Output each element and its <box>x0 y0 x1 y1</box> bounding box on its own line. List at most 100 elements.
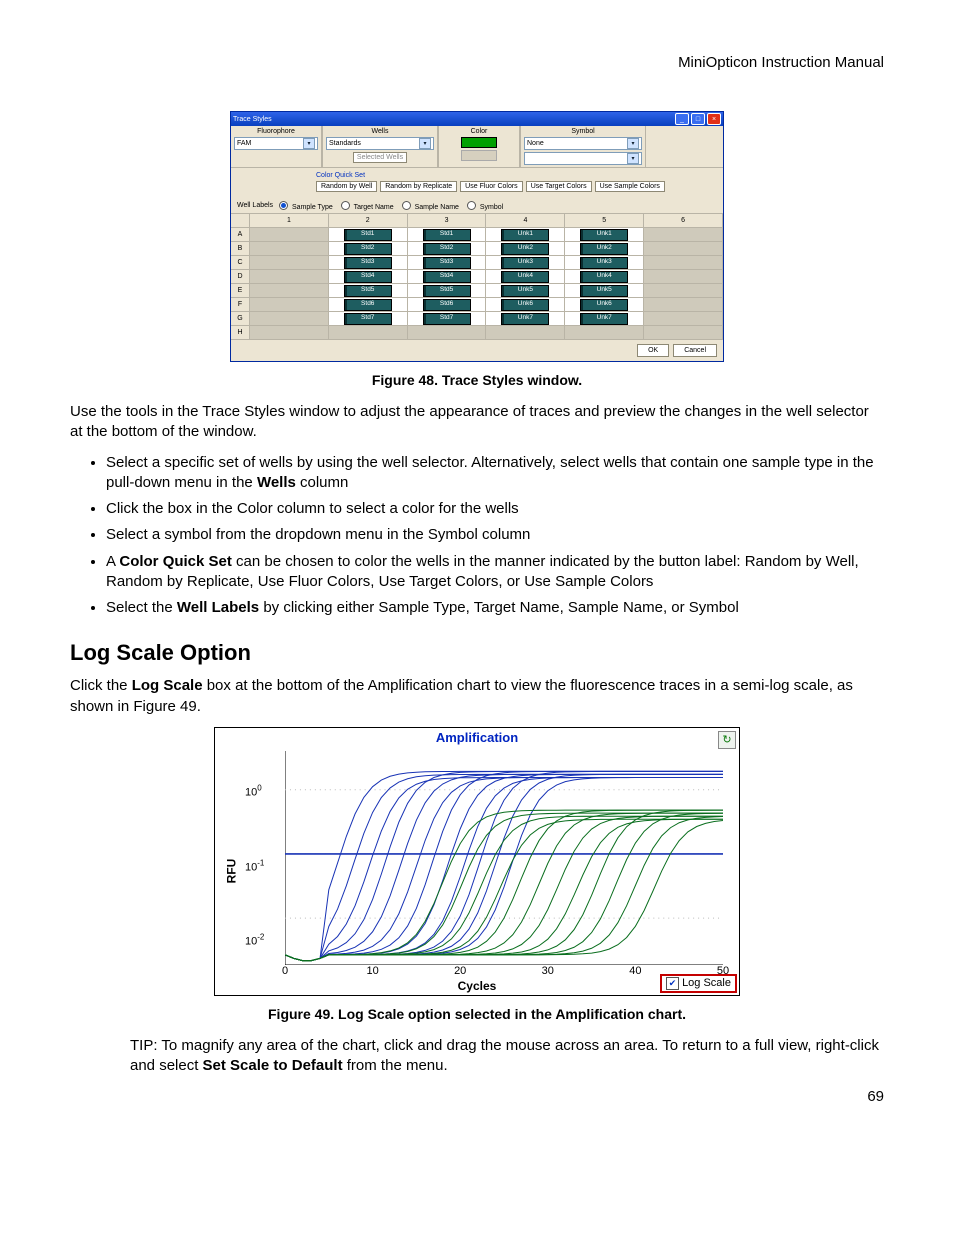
well-cell-empty[interactable] <box>250 298 329 312</box>
well-cell-empty[interactable] <box>250 312 329 326</box>
quickset-button[interactable]: Random by Well <box>316 181 377 192</box>
well-cell[interactable]: Std7 <box>408 312 487 326</box>
col-symbol: Symbol <box>524 128 642 135</box>
well-cell[interactable]: Unk7 <box>565 312 644 326</box>
wells-select[interactable]: Standards▾ <box>326 137 434 150</box>
well-cell[interactable]: Unk6 <box>565 298 644 312</box>
well-cell[interactable]: Std6 <box>408 298 487 312</box>
y-tick: 10-2 <box>245 933 264 948</box>
well-cell-empty[interactable] <box>644 326 723 340</box>
well-cell[interactable]: Unk2 <box>486 242 565 256</box>
quickset-button[interactable]: Use Sample Colors <box>595 181 665 192</box>
well-labels-radio[interactable]: Symbol <box>467 204 503 211</box>
grid-row-header: G <box>231 312 250 326</box>
well-cell[interactable]: Unk2 <box>565 242 644 256</box>
log-scale-checkbox[interactable]: ✔ Log Scale <box>660 974 737 993</box>
well-cell[interactable]: Std1 <box>329 228 408 242</box>
well-cell[interactable]: Unk7 <box>486 312 565 326</box>
well-cell-empty[interactable] <box>250 284 329 298</box>
well-cell[interactable]: Std5 <box>329 284 408 298</box>
figure-49-caption: Figure 49. Log Scale option selected in … <box>70 1006 884 1022</box>
chevron-down-icon: ▾ <box>419 138 431 149</box>
well-cell-empty[interactable] <box>408 326 487 340</box>
well-cell[interactable]: Unk5 <box>486 284 565 298</box>
well-cell-empty[interactable] <box>644 242 723 256</box>
well-cell[interactable]: Unk6 <box>486 298 565 312</box>
well-cell-empty[interactable] <box>644 228 723 242</box>
well-cell-empty[interactable] <box>250 228 329 242</box>
well-cell[interactable]: Std5 <box>408 284 487 298</box>
chart-title: Amplification <box>215 728 739 747</box>
well-cell[interactable]: Std1 <box>408 228 487 242</box>
well-cell-empty[interactable] <box>644 298 723 312</box>
well-selector-grid[interactable]: 123456AStd1Std1Unk1Unk1BStd2Std2Unk2Unk2… <box>231 213 723 340</box>
maximize-icon[interactable]: □ <box>691 113 705 125</box>
quickset-button[interactable]: Random by Replicate <box>380 181 457 192</box>
well-cell-empty[interactable] <box>329 326 408 340</box>
symbol-select[interactable]: None▾ <box>524 137 642 150</box>
well-cell[interactable]: Unk3 <box>565 256 644 270</box>
section-heading: Log Scale Option <box>70 640 884 666</box>
list-item: Click the box in the Color column to sel… <box>106 499 884 519</box>
grid-col-header: 5 <box>565 214 644 228</box>
list-item: Select a symbol from the dropdown menu i… <box>106 525 884 545</box>
quickset-button[interactable]: Use Target Colors <box>526 181 592 192</box>
color-swatch[interactable] <box>461 137 497 148</box>
well-cell[interactable]: Std3 <box>408 256 487 270</box>
well-cell-empty[interactable] <box>565 326 644 340</box>
well-cell[interactable]: Std2 <box>329 242 408 256</box>
well-cell[interactable]: Std7 <box>329 312 408 326</box>
well-cell[interactable]: Std3 <box>329 256 408 270</box>
well-cell-empty[interactable] <box>250 326 329 340</box>
window-title: Trace Styles <box>233 116 272 123</box>
quickset-button[interactable]: Use Fluor Colors <box>460 181 523 192</box>
well-cell-empty[interactable] <box>250 256 329 270</box>
grid-col-header: 6 <box>644 214 723 228</box>
col-fluorophore: Fluorophore <box>234 128 318 135</box>
plot-area[interactable] <box>285 751 723 965</box>
well-cell[interactable]: Unk4 <box>565 270 644 284</box>
radio-icon[interactable] <box>341 201 350 210</box>
well-cell[interactable]: Std4 <box>408 270 487 284</box>
chevron-down-icon: ▾ <box>627 153 639 164</box>
chevron-down-icon: ▾ <box>303 138 315 149</box>
well-cell[interactable]: Unk4 <box>486 270 565 284</box>
grid-row-header: F <box>231 298 250 312</box>
grid-row-header: E <box>231 284 250 298</box>
radio-icon[interactable] <box>467 201 476 210</box>
radio-icon[interactable] <box>279 201 288 210</box>
well-cell[interactable]: Unk1 <box>486 228 565 242</box>
grid-col-header: 4 <box>486 214 565 228</box>
well-cell-empty[interactable] <box>486 326 565 340</box>
well-cell-empty[interactable] <box>250 270 329 284</box>
well-cell-empty[interactable] <box>644 284 723 298</box>
well-cell[interactable]: Unk1 <box>565 228 644 242</box>
well-cell-empty[interactable] <box>644 256 723 270</box>
close-icon[interactable]: × <box>707 113 721 125</box>
well-cell[interactable]: Unk3 <box>486 256 565 270</box>
x-tick: 30 <box>542 965 554 977</box>
checkbox-icon: ✔ <box>666 977 679 990</box>
grid-col-header: 2 <box>329 214 408 228</box>
well-cell[interactable]: Std6 <box>329 298 408 312</box>
cancel-button[interactable]: Cancel <box>673 344 717 357</box>
grid-col-header: 3 <box>408 214 487 228</box>
tip-paragraph: TIP: To magnify any area of the chart, c… <box>130 1036 884 1077</box>
well-cell[interactable]: Std2 <box>408 242 487 256</box>
well-cell[interactable]: Unk5 <box>565 284 644 298</box>
ok-button[interactable]: OK <box>637 344 669 357</box>
grid-row-header: H <box>231 326 250 340</box>
well-cell-empty[interactable] <box>644 270 723 284</box>
minimize-icon[interactable]: _ <box>675 113 689 125</box>
selected-wells-button[interactable]: Selected Wells <box>353 152 407 163</box>
well-cell[interactable]: Std4 <box>329 270 408 284</box>
well-cell-empty[interactable] <box>250 242 329 256</box>
well-labels-radio[interactable]: Target Name <box>341 204 394 211</box>
radio-icon[interactable] <box>402 201 411 210</box>
well-cell-empty[interactable] <box>644 312 723 326</box>
list-item: Select a specific set of wells by using … <box>106 453 884 494</box>
well-labels-radio[interactable]: Sample Type <box>279 204 333 211</box>
color-swatch-disabled <box>461 150 497 161</box>
well-labels-radio[interactable]: Sample Name <box>402 204 459 211</box>
fluorophore-select[interactable]: FAM▾ <box>234 137 318 150</box>
